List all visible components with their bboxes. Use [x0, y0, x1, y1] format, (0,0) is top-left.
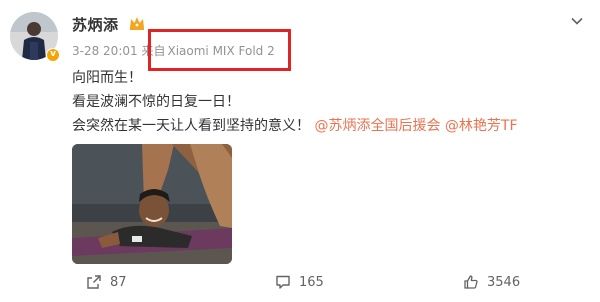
- share-button[interactable]: 87: [86, 274, 127, 290]
- post-text: 向阳而生！ 看是波澜不惊的日复一日！ 会突然在某一天让人看到坚持的意义！ @苏炳…: [72, 66, 518, 138]
- chevron-down-icon[interactable]: [570, 14, 584, 28]
- comment-button[interactable]: 165: [275, 274, 324, 290]
- highlight-box: [148, 29, 291, 71]
- post-line: 会突然在某一天让人看到坚持的意义！ @苏炳添全国后援会 @林艳芳TF: [72, 114, 518, 138]
- verified-badge: v: [46, 48, 60, 62]
- crown-icon: [130, 17, 144, 30]
- like-count: 3546: [487, 274, 521, 290]
- post-line-text: 会突然在某一天让人看到坚持的意义！: [72, 118, 310, 134]
- like-icon: [464, 275, 478, 289]
- post-line: 向阳而生！: [72, 70, 142, 86]
- comment-count: 165: [299, 274, 324, 290]
- post-line: 看是波澜不惊的日复一日！: [72, 94, 240, 110]
- share-icon: [87, 275, 101, 289]
- comment-icon: [276, 275, 290, 289]
- post-photo[interactable]: [72, 144, 232, 264]
- mention-link[interactable]: @林艳芳TF: [445, 118, 518, 134]
- post-time[interactable]: 3-28 20:01: [72, 44, 138, 58]
- author-name[interactable]: 苏炳添: [72, 14, 119, 35]
- action-bar: 87 165 3546: [0, 270, 600, 298]
- share-count: 87: [110, 274, 127, 290]
- mention-link[interactable]: @苏炳添全国后援会: [314, 118, 440, 134]
- like-button[interactable]: 3546: [463, 274, 520, 290]
